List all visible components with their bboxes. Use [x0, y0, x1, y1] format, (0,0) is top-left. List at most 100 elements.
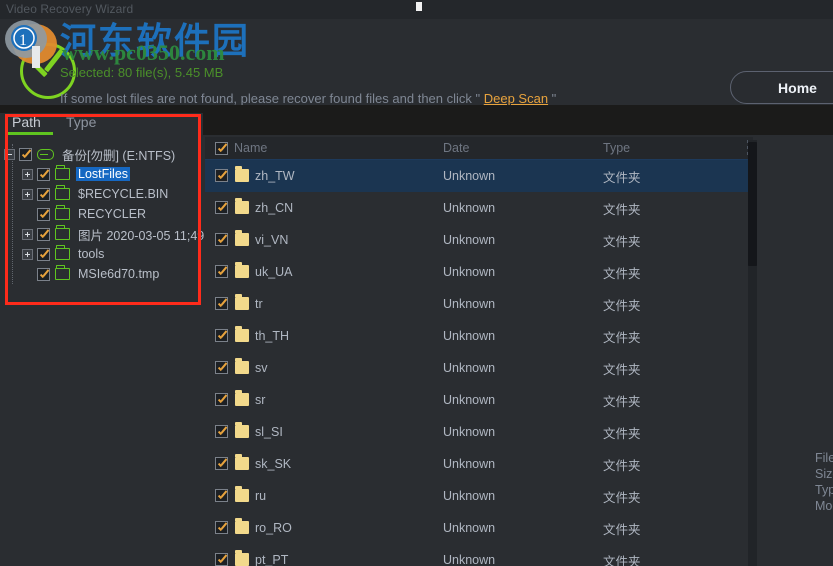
row-name: sr: [255, 393, 266, 407]
title-bar-marker: [416, 2, 422, 11]
folder-icon: [235, 166, 249, 182]
column-header-type[interactable]: Type: [603, 141, 630, 155]
row-date: Unknown: [443, 329, 496, 343]
row-date: Unknown: [443, 489, 496, 503]
collapse-minus-icon[interactable]: [4, 148, 15, 160]
table-row[interactable]: pt_PT Unknown 文件夹: [205, 544, 753, 566]
tree-item-checkbox[interactable]: [37, 187, 50, 201]
detail-label: Type: [815, 483, 833, 497]
window-title: Video Recovery Wizard: [6, 2, 134, 16]
row-checkbox[interactable]: [215, 361, 228, 374]
folder-icon: [235, 422, 249, 438]
table-row[interactable]: ro_RO Unknown 文件夹: [205, 512, 753, 544]
row-date: Unknown: [443, 361, 496, 375]
file-list-rows: zh_TW Unknown 文件夹 zh_CN Unknown 文件夹 vi_VN Unkno…: [205, 160, 753, 566]
table-row[interactable]: sl_SI Unknown 文件夹: [205, 416, 753, 448]
tree-item[interactable]: 备份[勿删] (E:NTFS): [0, 144, 200, 164]
deep-scan-link[interactable]: Deep Scan: [484, 91, 548, 106]
row-type: 文件夹: [603, 426, 641, 441]
select-all-checkbox[interactable]: [215, 142, 228, 155]
row-checkbox[interactable]: [215, 489, 228, 502]
row-date: Unknown: [443, 201, 496, 215]
deep-scan-hint: If some lost files are not found, please…: [60, 91, 556, 106]
folder-icon: [235, 262, 249, 278]
expand-plus-icon[interactable]: [22, 168, 33, 180]
row-date: Unknown: [443, 393, 496, 407]
app-window: Video Recovery Wizard Selected: 80 file(…: [0, 0, 833, 566]
row-checkbox[interactable]: [215, 265, 228, 278]
table-row[interactable]: sk_SK Unknown 文件夹: [205, 448, 753, 480]
tree-item-label: MSIe6d70.tmp: [78, 267, 160, 281]
row-name: zh_CN: [255, 201, 294, 215]
tree-item[interactable]: LostFiles: [0, 164, 200, 184]
row-checkbox[interactable]: [215, 297, 228, 310]
file-list-scrollbar[interactable]: [748, 140, 757, 566]
drive-icon: [37, 148, 54, 160]
row-type: 文件夹: [603, 298, 641, 313]
folder-icon: [235, 518, 249, 534]
tree-item-checkbox[interactable]: [37, 207, 50, 221]
row-type: 文件夹: [603, 490, 641, 505]
row-name: sv: [255, 361, 268, 375]
column-header-name[interactable]: Name: [234, 141, 267, 155]
row-type: 文件夹: [603, 362, 641, 377]
row-checkbox[interactable]: [215, 169, 228, 182]
row-checkbox[interactable]: [215, 457, 228, 470]
tree-item-label: RECYCLER: [78, 207, 147, 221]
expand-plus-icon[interactable]: [22, 248, 33, 260]
row-checkbox[interactable]: [215, 201, 228, 214]
tree-item-checkbox[interactable]: [37, 167, 50, 181]
scrollbar-thumb[interactable]: [748, 142, 757, 266]
table-row[interactable]: sr Unknown 文件夹: [205, 384, 753, 416]
folder-icon: [235, 230, 249, 246]
tab-type[interactable]: Type: [66, 114, 96, 135]
home-button[interactable]: Home: [730, 71, 833, 104]
hint-prefix: If some lost files are not found, please…: [60, 91, 484, 106]
status-header: Selected: 80 file(s), 5.45 MB If some lo…: [0, 19, 833, 106]
folder-icon: [55, 225, 70, 240]
table-row[interactable]: vi_VN Unknown 文件夹: [205, 224, 753, 256]
table-row[interactable]: th_TH Unknown 文件夹: [205, 320, 753, 352]
row-date: Unknown: [443, 265, 496, 279]
expand-plus-icon[interactable]: [22, 188, 33, 200]
table-row[interactable]: ru Unknown 文件夹: [205, 480, 753, 512]
column-header-date[interactable]: Date: [443, 141, 469, 155]
table-row[interactable]: tr Unknown 文件夹: [205, 288, 753, 320]
row-type: 文件夹: [603, 554, 641, 566]
row-checkbox[interactable]: [215, 425, 228, 438]
table-row[interactable]: zh_TW Unknown 文件夹: [205, 160, 753, 192]
table-row[interactable]: sv Unknown 文件夹: [205, 352, 753, 384]
tree-item[interactable]: 图片 2020-03-05 11;49: [0, 224, 204, 244]
tree-item-checkbox[interactable]: [37, 267, 50, 281]
tree-item[interactable]: $RECYCLE.BIN: [0, 184, 200, 204]
row-checkbox[interactable]: [215, 553, 228, 566]
row-type: 文件夹: [603, 394, 641, 409]
tree-item-checkbox[interactable]: [19, 147, 32, 161]
tree-item-checkbox[interactable]: [37, 227, 50, 241]
row-checkbox[interactable]: [215, 233, 228, 246]
folder-icon: [235, 358, 249, 374]
row-type: 文件夹: [603, 522, 641, 537]
tree-item[interactable]: MSIe6d70.tmp: [0, 264, 200, 284]
tree-item[interactable]: RECYCLER: [0, 204, 200, 224]
table-row[interactable]: zh_CN Unknown 文件夹: [205, 192, 753, 224]
row-type: 文件夹: [603, 234, 641, 249]
folder-icon: [235, 454, 249, 470]
detail-label: Size: [815, 467, 833, 481]
details-label-list: File Size Type Mod: [815, 450, 833, 514]
row-checkbox[interactable]: [215, 393, 228, 406]
left-panel: Path Type 备份[勿删] (E:NTFS) LostFiles $RECYC…: [0, 113, 204, 566]
row-type: 文件夹: [603, 458, 641, 473]
row-name: pt_PT: [255, 553, 289, 566]
tab-path[interactable]: Path: [6, 114, 53, 135]
row-checkbox[interactable]: [215, 329, 228, 342]
row-checkbox[interactable]: [215, 521, 228, 534]
tree-item[interactable]: tools: [0, 244, 200, 264]
expand-plus-icon[interactable]: [22, 228, 33, 240]
tree-item-checkbox[interactable]: [37, 247, 50, 261]
table-row[interactable]: uk_UA Unknown 文件夹: [205, 256, 753, 288]
row-name: th_TH: [255, 329, 290, 343]
folder-icon: [55, 185, 70, 200]
row-name: vi_VN: [255, 233, 289, 247]
detail-label: File: [815, 451, 833, 465]
